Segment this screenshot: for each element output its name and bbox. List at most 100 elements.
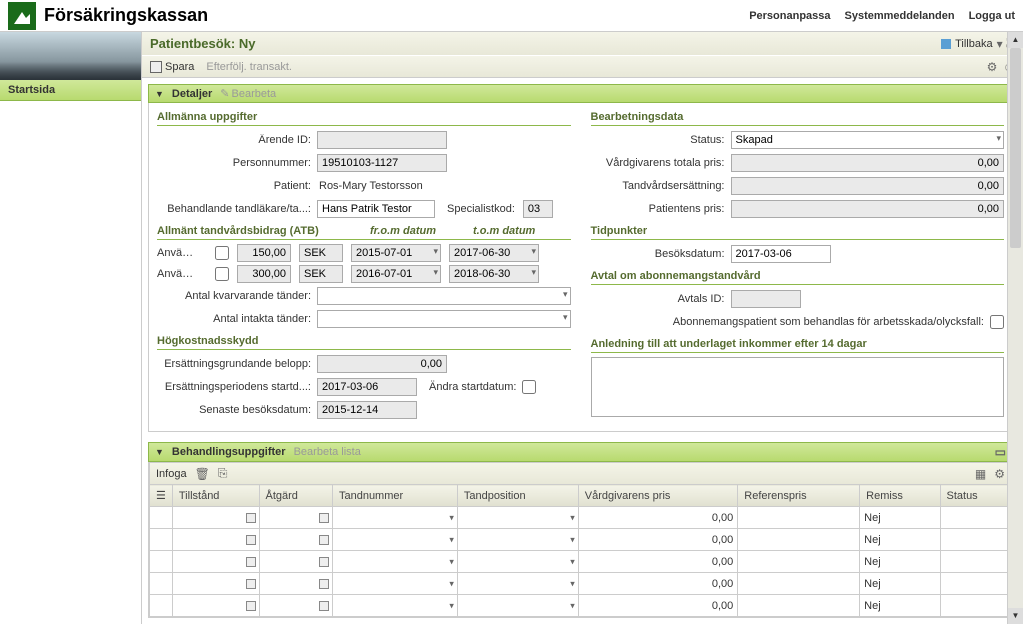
dropdown-icon[interactable]: ▾ xyxy=(449,534,454,545)
lookup-icon[interactable] xyxy=(319,535,329,545)
status-cell[interactable] xyxy=(940,507,1012,529)
table-settings-icon[interactable]: ⚙ xyxy=(994,467,1005,481)
tillstand-cell[interactable] xyxy=(172,573,259,595)
remiss-cell[interactable]: Nej xyxy=(860,507,940,529)
remiss-cell[interactable]: Nej xyxy=(860,551,940,573)
chg-checkbox[interactable] xyxy=(522,380,536,394)
lookup-icon[interactable] xyxy=(319,557,329,567)
treatment-panel-header[interactable]: ▼ Behandlingsuppgifter Bearbeta lista ▭ xyxy=(148,442,1013,462)
row-select-cell[interactable] xyxy=(150,529,173,551)
tandpos-cell[interactable]: ▾ xyxy=(457,573,578,595)
link-personalize[interactable]: Personanpassa xyxy=(749,10,830,22)
table-row[interactable]: ▾▾0,00Nej xyxy=(150,573,1012,595)
tandpos-cell[interactable]: ▾ xyxy=(457,529,578,551)
settings-icon[interactable]: ⚙ xyxy=(987,60,998,74)
lookup-icon[interactable] xyxy=(246,579,256,589)
remiss-cell[interactable]: Nej xyxy=(860,595,940,617)
remaining-select[interactable] xyxy=(317,287,571,305)
lookup-icon[interactable] xyxy=(246,557,256,567)
tillstand-cell[interactable] xyxy=(172,529,259,551)
col-ref[interactable]: Referenspris xyxy=(738,485,860,507)
col-status[interactable]: Status xyxy=(940,485,1012,507)
copy-icon[interactable]: ⎘ xyxy=(218,466,228,481)
atb-use-1[interactable] xyxy=(215,246,229,260)
dropdown-icon[interactable]: ▾ xyxy=(997,37,1003,51)
export-icon[interactable]: ▦ xyxy=(975,467,986,481)
row-select-cell[interactable] xyxy=(150,573,173,595)
dropdown-icon[interactable]: ▾ xyxy=(570,600,575,611)
pris-cell[interactable]: 0,00 xyxy=(578,507,737,529)
collapse-icon-2[interactable]: ▼ xyxy=(155,447,164,457)
start-tab[interactable]: Startsida xyxy=(0,80,141,101)
atb-use-2[interactable] xyxy=(215,267,229,281)
ref-cell[interactable] xyxy=(738,529,860,551)
pris-cell[interactable]: 0,00 xyxy=(578,595,737,617)
tandpos-cell[interactable]: ▾ xyxy=(457,551,578,573)
lookup-icon[interactable] xyxy=(246,513,256,523)
link-logout[interactable]: Logga ut xyxy=(969,10,1015,22)
status-cell[interactable] xyxy=(940,551,1012,573)
status-select[interactable] xyxy=(731,131,1005,149)
status-cell[interactable] xyxy=(940,529,1012,551)
table-row[interactable]: ▾▾0,00Nej xyxy=(150,595,1012,617)
collapse-icon[interactable]: ▼ xyxy=(155,89,164,99)
dentist-input[interactable] xyxy=(317,200,435,218)
tandnr-cell[interactable]: ▾ xyxy=(332,507,457,529)
dropdown-icon[interactable]: ▾ xyxy=(570,534,575,545)
col-remiss[interactable]: Remiss xyxy=(860,485,940,507)
dropdown-icon[interactable]: ▾ xyxy=(570,556,575,567)
tandnr-cell[interactable]: ▾ xyxy=(332,595,457,617)
tandnr-cell[interactable]: ▾ xyxy=(332,573,457,595)
edit-list-button[interactable]: Bearbeta lista xyxy=(294,446,361,458)
tandnr-cell[interactable]: ▾ xyxy=(332,529,457,551)
lookup-icon[interactable] xyxy=(246,601,256,611)
status-cell[interactable] xyxy=(940,573,1012,595)
lookup-icon[interactable] xyxy=(246,535,256,545)
table-row[interactable]: ▾▾0,00Nej xyxy=(150,551,1012,573)
status-cell[interactable] xyxy=(940,595,1012,617)
atgard-cell[interactable] xyxy=(259,507,332,529)
col-tillstand[interactable]: Tillstånd xyxy=(172,485,259,507)
dropdown-icon[interactable]: ▾ xyxy=(449,600,454,611)
reason-textarea[interactable] xyxy=(591,357,1005,417)
atgard-cell[interactable] xyxy=(259,529,332,551)
tandpos-cell[interactable]: ▾ xyxy=(457,595,578,617)
link-sysmsg[interactable]: Systemmeddelanden xyxy=(845,10,955,22)
dropdown-icon[interactable]: ▾ xyxy=(449,556,454,567)
col-select[interactable]: ☰ xyxy=(150,485,173,507)
save-button[interactable]: Spara xyxy=(150,61,194,73)
dropdown-icon[interactable]: ▾ xyxy=(570,578,575,589)
remiss-cell[interactable]: Nej xyxy=(860,573,940,595)
col-tandpos[interactable]: Tandposition xyxy=(457,485,578,507)
dropdown-icon[interactable]: ▾ xyxy=(570,512,575,523)
ref-cell[interactable] xyxy=(738,551,860,573)
ref-cell[interactable] xyxy=(738,573,860,595)
row-select-cell[interactable] xyxy=(150,551,173,573)
tillstand-cell[interactable] xyxy=(172,507,259,529)
pris-cell[interactable]: 0,00 xyxy=(578,529,737,551)
scroll-thumb[interactable] xyxy=(1010,48,1021,248)
trash-icon[interactable]: 🗑 xyxy=(195,467,210,481)
lookup-icon[interactable] xyxy=(319,513,329,523)
remiss-cell[interactable]: Nej xyxy=(860,529,940,551)
insert-button[interactable]: Infoga xyxy=(156,468,187,480)
col-pris[interactable]: Vårdgivarens pris xyxy=(578,485,737,507)
atgard-cell[interactable] xyxy=(259,595,332,617)
back-button[interactable]: Tillbaka ▾ ⛶ xyxy=(941,36,1015,51)
col-atgard[interactable]: Åtgärd xyxy=(259,485,332,507)
tandpos-cell[interactable]: ▾ xyxy=(457,507,578,529)
table-row[interactable]: ▾▾0,00Nej xyxy=(150,529,1012,551)
lookup-icon[interactable] xyxy=(319,579,329,589)
work-checkbox[interactable] xyxy=(990,315,1004,329)
details-panel-header[interactable]: ▼ Detaljer ✎ Bearbeta xyxy=(148,84,1013,103)
scroll-up-icon[interactable]: ▲ xyxy=(1008,32,1023,48)
ref-cell[interactable] xyxy=(738,595,860,617)
tillstand-cell[interactable] xyxy=(172,595,259,617)
col-tandnr[interactable]: Tandnummer xyxy=(332,485,457,507)
row-select-cell[interactable] xyxy=(150,507,173,529)
atgard-cell[interactable] xyxy=(259,551,332,573)
ref-cell[interactable] xyxy=(738,507,860,529)
dropdown-icon[interactable]: ▾ xyxy=(449,512,454,523)
visit-input[interactable] xyxy=(731,245,831,263)
lookup-icon[interactable] xyxy=(319,601,329,611)
